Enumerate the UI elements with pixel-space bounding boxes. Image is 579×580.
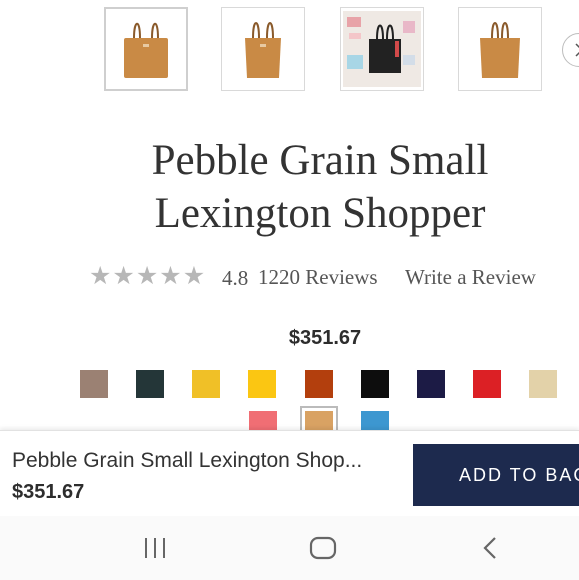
swatch-red[interactable] <box>473 370 501 398</box>
swatch-yellow[interactable] <box>248 370 276 398</box>
swatch-mustard[interactable] <box>192 370 220 398</box>
thumbnail-strip <box>0 0 579 100</box>
product-title-line-2: Lexington Shopper <box>154 190 486 237</box>
star-icon: ★ <box>112 263 135 290</box>
reviews-link[interactable]: 1220 Reviews <box>258 265 378 290</box>
home-icon <box>309 536 337 560</box>
swatch-black[interactable] <box>361 370 389 398</box>
next-thumbnail-button[interactable] <box>562 33 579 67</box>
tote-bag-icon <box>245 22 281 78</box>
product-title-line-1: Pebble Grain Small <box>151 137 489 184</box>
sticky-product-price: $351.67 <box>12 481 85 503</box>
product-price: $351.67 <box>288 327 362 349</box>
swatch-bone[interactable] <box>529 370 557 398</box>
tote-bag-icon <box>124 22 168 78</box>
swatch-taupe[interactable] <box>80 370 108 398</box>
sticky-product-name: Pebble Grain Small Lexington Shop... <box>12 449 363 472</box>
product-title: Pebble Grain Small Lexington Shopper <box>60 134 579 240</box>
thumbnail-2[interactable] <box>221 7 305 91</box>
tote-bag-icon <box>343 11 421 87</box>
swatch-navy[interactable] <box>417 370 445 398</box>
tote-bag-icon <box>480 22 520 78</box>
write-review-link[interactable]: Write a Review <box>405 265 536 290</box>
recent-apps-button[interactable] <box>142 536 168 565</box>
thumbnail-1[interactable] <box>104 7 188 91</box>
rating-value: 4.8 <box>222 266 249 290</box>
star-icon: ★ <box>135 263 159 290</box>
chevron-right-icon <box>575 43 579 57</box>
star-rating: ★ ★ ★ ★ ★ <box>89 264 205 290</box>
back-icon <box>483 537 496 559</box>
sticky-add-to-bag-bar: Pebble Grain Small Lexington Shop... $35… <box>0 430 579 517</box>
swatch-dark-green[interactable] <box>136 370 164 398</box>
thumbnail-3[interactable] <box>340 7 424 91</box>
back-button[interactable] <box>480 536 500 565</box>
rating-row: ★ ★ ★ ★ ★ 4.8 1220 Reviews Write a Revie… <box>0 262 579 292</box>
star-icon: ★ <box>159 263 182 290</box>
add-to-bag-button[interactable]: ADD TO BAG <box>413 444 579 506</box>
star-icon: ★ <box>89 263 112 290</box>
recent-apps-icon <box>145 538 165 558</box>
swatch-rust[interactable] <box>305 370 333 398</box>
thumbnail-4[interactable] <box>458 7 542 91</box>
star-icon: ★ <box>182 263 206 290</box>
system-navigation-bar <box>0 516 579 580</box>
home-button[interactable] <box>309 536 337 565</box>
